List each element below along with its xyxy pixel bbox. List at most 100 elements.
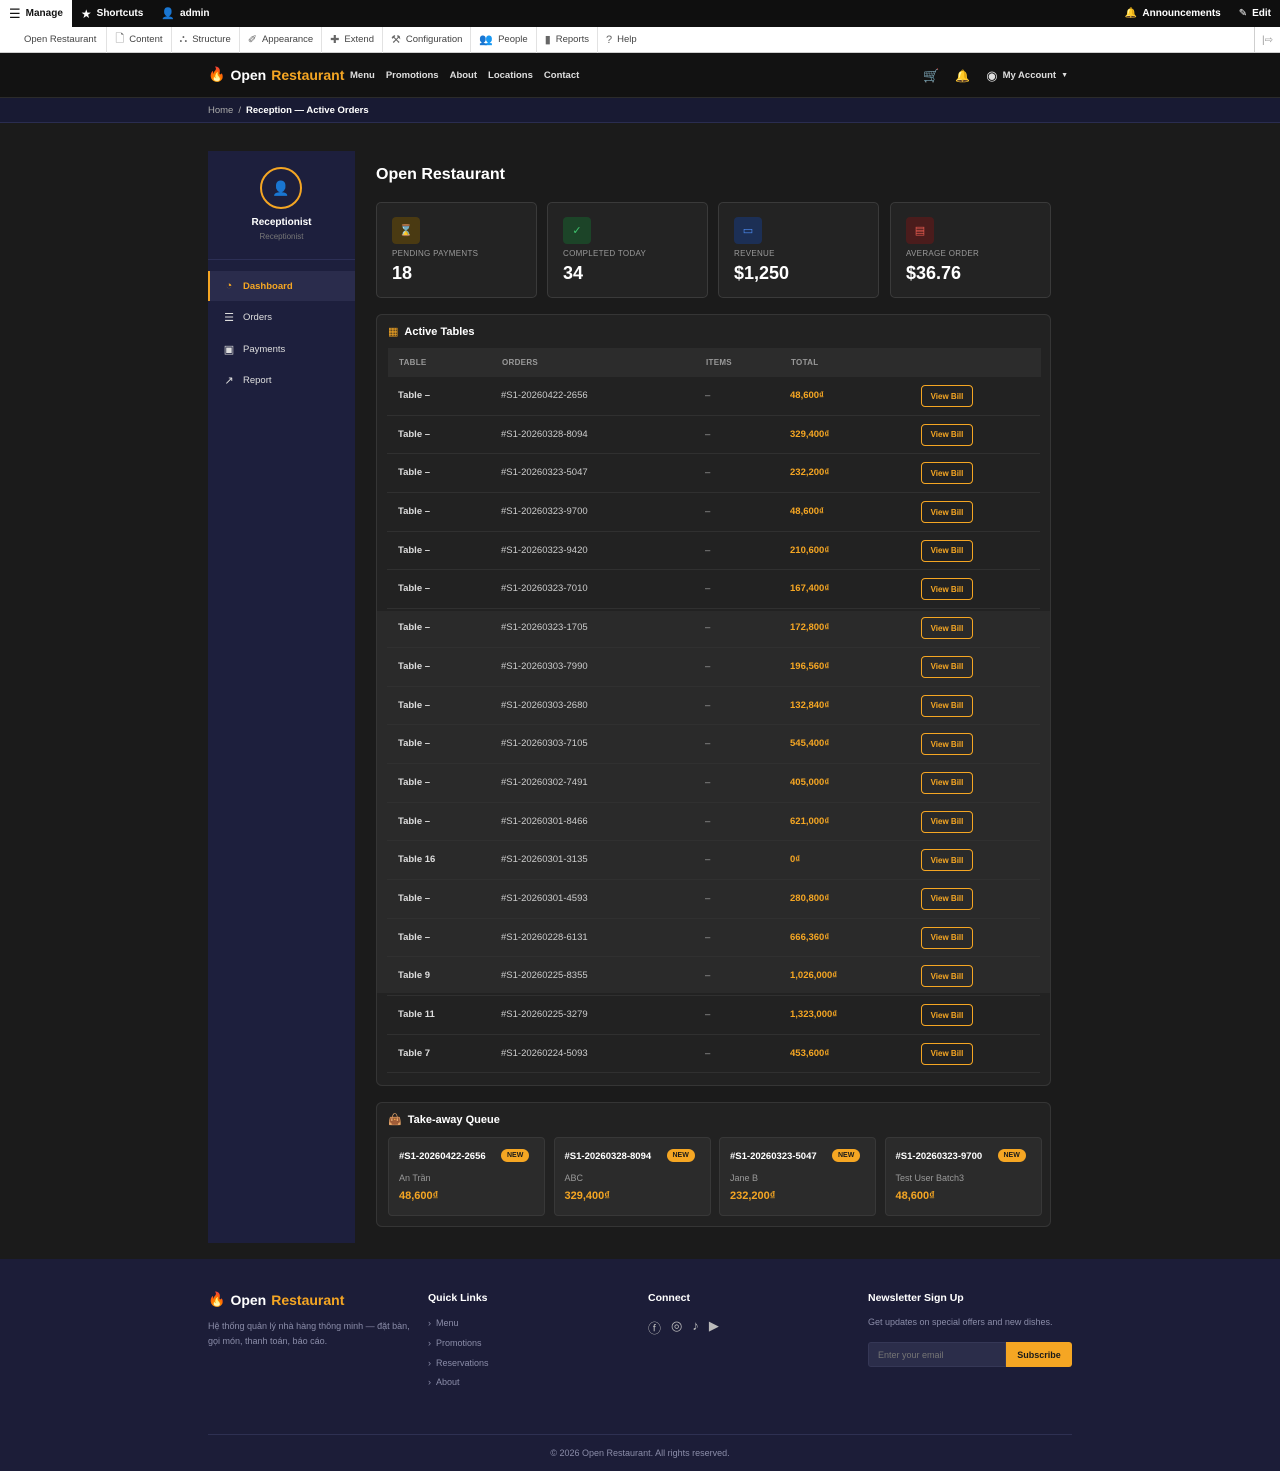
admin-menu-appearance[interactable]: ✐ Appearance — [240, 26, 323, 53]
takeaway-order-card[interactable]: #S1-20260422-2656 NEW An Trần 48,600₫ — [388, 1137, 545, 1216]
order-total: 1,026,000₫ — [790, 970, 838, 982]
footer-brand[interactable]: 🔥 Open Restaurant — [208, 1291, 344, 1308]
order-id: #S1-20260303-7105 — [501, 738, 588, 750]
sidebar-item-payments[interactable]: ▣ Payments — [208, 334, 355, 364]
breadcrumb-home[interactable]: Home — [208, 105, 233, 116]
table-row: Table – #S1-20260301-8466 – 621,000₫ View Bi… — [387, 803, 1040, 842]
table-name: Table – — [398, 622, 431, 634]
shortcuts-button[interactable]: ★ Shortcuts — [72, 0, 152, 27]
nav-link-promotions[interactable]: Promotions — [386, 70, 439, 81]
view-bill-button[interactable]: View Bill — [921, 810, 973, 833]
collapse-toolbar-icon[interactable]: |⇨ — [1254, 27, 1280, 53]
notification-bell-icon[interactable]: 🔔 — [955, 69, 970, 83]
stat-card-completed: ✓ COMPLETED TODAY 34 — [547, 202, 708, 298]
view-bill-button[interactable]: View Bill — [921, 539, 973, 562]
view-bill-button[interactable]: View Bill — [921, 578, 973, 601]
order-id: #S1-20260328-8094 — [501, 428, 588, 440]
wrench-icon: ⚒ — [391, 34, 401, 46]
footer-link-about[interactable]: › About — [428, 1377, 460, 1387]
footer-link-reservations[interactable]: › Reservations — [428, 1358, 489, 1368]
view-bill-button[interactable]: View Bill — [921, 887, 973, 910]
order-id: #S1-20260323-1705 — [501, 622, 588, 634]
takeaway-order-card[interactable]: #S1-20260328-8094 NEW ABC 329,400₫ — [553, 1137, 711, 1216]
table-row: Table – #S1-20260301-4593 – 280,800₫ View Bi… — [387, 880, 1040, 919]
table-name: Table 16 — [398, 854, 436, 866]
table-row: Table 16 #S1-20260301-3135 – 0₫ View Bill — [387, 841, 1040, 880]
people-icon: 👥 — [479, 34, 494, 46]
breadcrumb-separator: / — [238, 104, 241, 116]
view-bill-button[interactable]: View Bill — [921, 694, 973, 717]
puzzle-icon: ✚ — [330, 34, 340, 46]
view-bill-button[interactable]: View Bill — [921, 385, 973, 407]
item-count: – — [705, 699, 711, 711]
youtube-icon[interactable]: ▶ — [709, 1318, 719, 1337]
social-links: ⓕ ◎ ♪ ▶ — [648, 1318, 719, 1337]
sidebar-item-report[interactable]: ↗ Report — [208, 365, 355, 395]
view-bill-button[interactable]: View Bill — [921, 849, 973, 872]
view-bill-button[interactable]: View Bill — [921, 501, 973, 524]
email-input[interactable] — [868, 1342, 1006, 1367]
user-icon: 👤 — [161, 8, 176, 20]
table-name: Table – — [398, 699, 431, 711]
user-button[interactable]: 👤 admin — [152, 0, 218, 27]
footer-link-promotions[interactable]: › Promotions — [428, 1338, 482, 1348]
admin-toolbar: ☰ Manage ★ Shortcuts 👤 admin 🔔 Announcements… — [0, 0, 1280, 27]
nav-link-menu[interactable]: Menu — [350, 70, 375, 81]
view-bill-button[interactable]: View Bill — [921, 771, 973, 794]
table-name: Table – — [398, 892, 431, 904]
table-name: Table – — [398, 390, 431, 401]
breadcrumb: Home / Reception — Active Orders — [0, 98, 1280, 123]
brand-logo[interactable]: 🔥 Open Restaurant — [208, 66, 344, 83]
footer-link-menu[interactable]: › Menu — [428, 1318, 459, 1328]
table-name: Table – — [398, 815, 431, 827]
sidebar-item-orders[interactable]: ☰ Orders — [208, 302, 355, 332]
view-bill-button[interactable]: View Bill — [921, 733, 973, 756]
takeaway-order-card[interactable]: #S1-20260323-5047 NEW Jane B 232,200₫ — [719, 1137, 876, 1216]
status-badge: NEW — [997, 1149, 1026, 1162]
view-bill-button[interactable]: View Bill — [921, 1042, 973, 1065]
my-account-menu[interactable]: ◉ My Account ▼ — [986, 68, 1068, 84]
user-subrole: Receptionist — [259, 232, 304, 241]
view-bill-button[interactable]: View Bill — [921, 965, 973, 988]
view-bill-button[interactable]: View Bill — [921, 617, 973, 640]
admin-menu-help[interactable]: ? Help — [598, 27, 645, 53]
announcements-button[interactable]: 🔔 Announcements — [1116, 0, 1230, 27]
nav-link-about[interactable]: About — [450, 70, 477, 81]
file-icon: 🗋 — [115, 33, 125, 45]
subscribe-button[interactable]: Subscribe — [1006, 1342, 1072, 1367]
table-row: Table – #S1-20260228-6131 – 666,360₫ View Bi… — [387, 919, 1040, 958]
view-bill-button[interactable]: View Bill — [921, 462, 973, 485]
order-amount: 232,200₫ — [730, 1190, 776, 1202]
view-bill-button[interactable]: View Bill — [921, 1004, 973, 1026]
table-header: TABLE ORDERS ITEMS TOTAL — [388, 348, 1041, 377]
view-bill-button[interactable]: View Bill — [921, 423, 973, 446]
facebook-icon[interactable]: ⓕ — [648, 1318, 661, 1337]
item-count: – — [705, 544, 711, 556]
instagram-icon[interactable]: ◎ — [671, 1318, 682, 1337]
manage-button[interactable]: ☰ Manage — [0, 0, 72, 27]
view-bill-button[interactable]: View Bill — [921, 926, 973, 949]
nav-link-locations[interactable]: Locations — [488, 70, 533, 81]
item-count: – — [705, 815, 711, 827]
customer-name: Test User Batch3 — [895, 1173, 965, 1183]
view-bill-button[interactable]: View Bill — [921, 655, 973, 678]
takeaway-order-card[interactable]: #S1-20260323-9700 NEW Test User Batch3 48,6… — [884, 1137, 1042, 1216]
table-row: Table – #S1-20260302-7491 – 405,000₫ View Bi… — [387, 764, 1040, 803]
table-name: Table – — [398, 467, 431, 479]
cart-icon[interactable]: 🛒 — [923, 68, 939, 84]
admin-menu-structure[interactable]: ⛬ Structure — [172, 26, 240, 53]
admin-menu-content[interactable]: 🗋 Content — [107, 26, 172, 53]
edit-button[interactable]: ✎ Edit — [1230, 0, 1280, 27]
admin-menu-extend[interactable]: ✚ Extend — [322, 26, 383, 53]
admin-menu-people[interactable]: 👥 People — [471, 26, 537, 53]
sidebar-item-dashboard[interactable]: ◔ Dashboard — [208, 271, 355, 301]
table-row: Table – #S1-20260328-8094 – 329,400₫ View Bi… — [387, 416, 1040, 455]
item-count: – — [705, 931, 711, 943]
tiktok-icon[interactable]: ♪ — [692, 1318, 699, 1337]
order-amount: 329,400₫ — [564, 1190, 610, 1202]
admin-menu-reports[interactable]: ▮ Reports — [537, 26, 599, 53]
order-total: 545,400₫ — [790, 738, 830, 750]
admin-menu-home[interactable]: Open Restaurant — [0, 26, 108, 53]
nav-link-contact[interactable]: Contact — [544, 70, 579, 81]
admin-menu-configuration[interactable]: ⚒ Configuration — [383, 26, 472, 53]
